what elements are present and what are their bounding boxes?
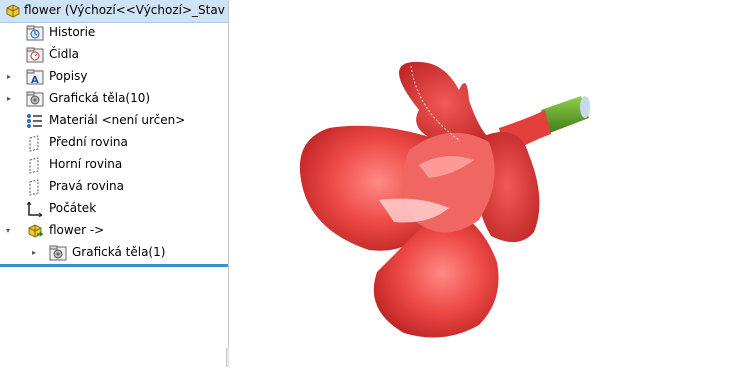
- panel-separator[interactable]: [0, 264, 228, 267]
- tree-item-label: Čidla: [49, 47, 80, 61]
- tree-item-label: Pravá rovina: [49, 179, 124, 193]
- plane-icon: [26, 156, 44, 174]
- feature-manager-tree: flower (Výchozí<<Výchozí>_Stav zobr Hist…: [0, 0, 229, 367]
- tree-item-label: Horní rovina: [49, 157, 123, 171]
- tree-item-right-plane[interactable]: Pravá rovina: [0, 176, 228, 198]
- tree-item-label: Grafická těla(10): [49, 91, 151, 105]
- collapse-arrow-icon[interactable]: ▾: [6, 227, 14, 235]
- tree-item-label: Grafická těla(1): [72, 245, 166, 259]
- plane-icon: [26, 178, 44, 196]
- svg-text:A: A: [31, 75, 39, 86]
- tree-item-sensors[interactable]: Čidla: [0, 44, 228, 66]
- part-icon: [26, 222, 44, 240]
- tree-item-origin[interactable]: Počátek: [0, 198, 228, 220]
- tree-item-front-plane[interactable]: Přední rovina: [0, 132, 228, 154]
- annotations-icon: A: [26, 68, 44, 86]
- history-folder-icon: [26, 24, 44, 42]
- tree-root-part[interactable]: flower (Výchozí<<Výchozí>_Stav zobr: [0, 0, 228, 23]
- tree-item-annotations[interactable]: ▸ A Popisy: [0, 66, 228, 88]
- tree-item-top-plane[interactable]: Horní rovina: [0, 154, 228, 176]
- tree-item-label: flower ->: [49, 223, 105, 237]
- tree-item-graphic-bodies-sub[interactable]: ▸ Grafická těla(1): [0, 242, 228, 264]
- part-icon: [4, 2, 22, 20]
- tree-item-label: Počátek: [49, 201, 97, 215]
- tree-item-label: Materiál <není určen>: [49, 113, 186, 127]
- flower-model[interactable]: [229, 0, 750, 367]
- tree-item-material[interactable]: Materiál <není určen>: [0, 110, 228, 132]
- expand-arrow-icon[interactable]: ▸: [7, 95, 15, 103]
- graphic-bodies-icon: [49, 244, 67, 262]
- tree-item-derived-part[interactable]: ▾ flower ->: [0, 220, 228, 242]
- tree-item-graphic-bodies[interactable]: ▸ Grafická těla(10): [0, 88, 228, 110]
- sensors-folder-icon: [26, 46, 44, 64]
- plane-icon: [26, 134, 44, 152]
- graphic-bodies-icon: [26, 90, 44, 108]
- origin-icon: [26, 200, 44, 218]
- stem-end-shape: [580, 96, 590, 118]
- expand-arrow-icon[interactable]: ▸: [7, 73, 15, 81]
- material-icon: [26, 112, 44, 130]
- tree-item-label: Historie: [49, 25, 96, 39]
- graphics-area[interactable]: [229, 0, 750, 367]
- tree-item-label: Přední rovina: [49, 135, 128, 149]
- expand-arrow-icon[interactable]: ▸: [32, 249, 40, 257]
- tree-item-label: Popisy: [49, 69, 88, 83]
- tree-root-label: flower (Výchozí<<Výchozí>_Stav zobr: [24, 3, 228, 17]
- tree-item-history[interactable]: Historie: [0, 22, 228, 44]
